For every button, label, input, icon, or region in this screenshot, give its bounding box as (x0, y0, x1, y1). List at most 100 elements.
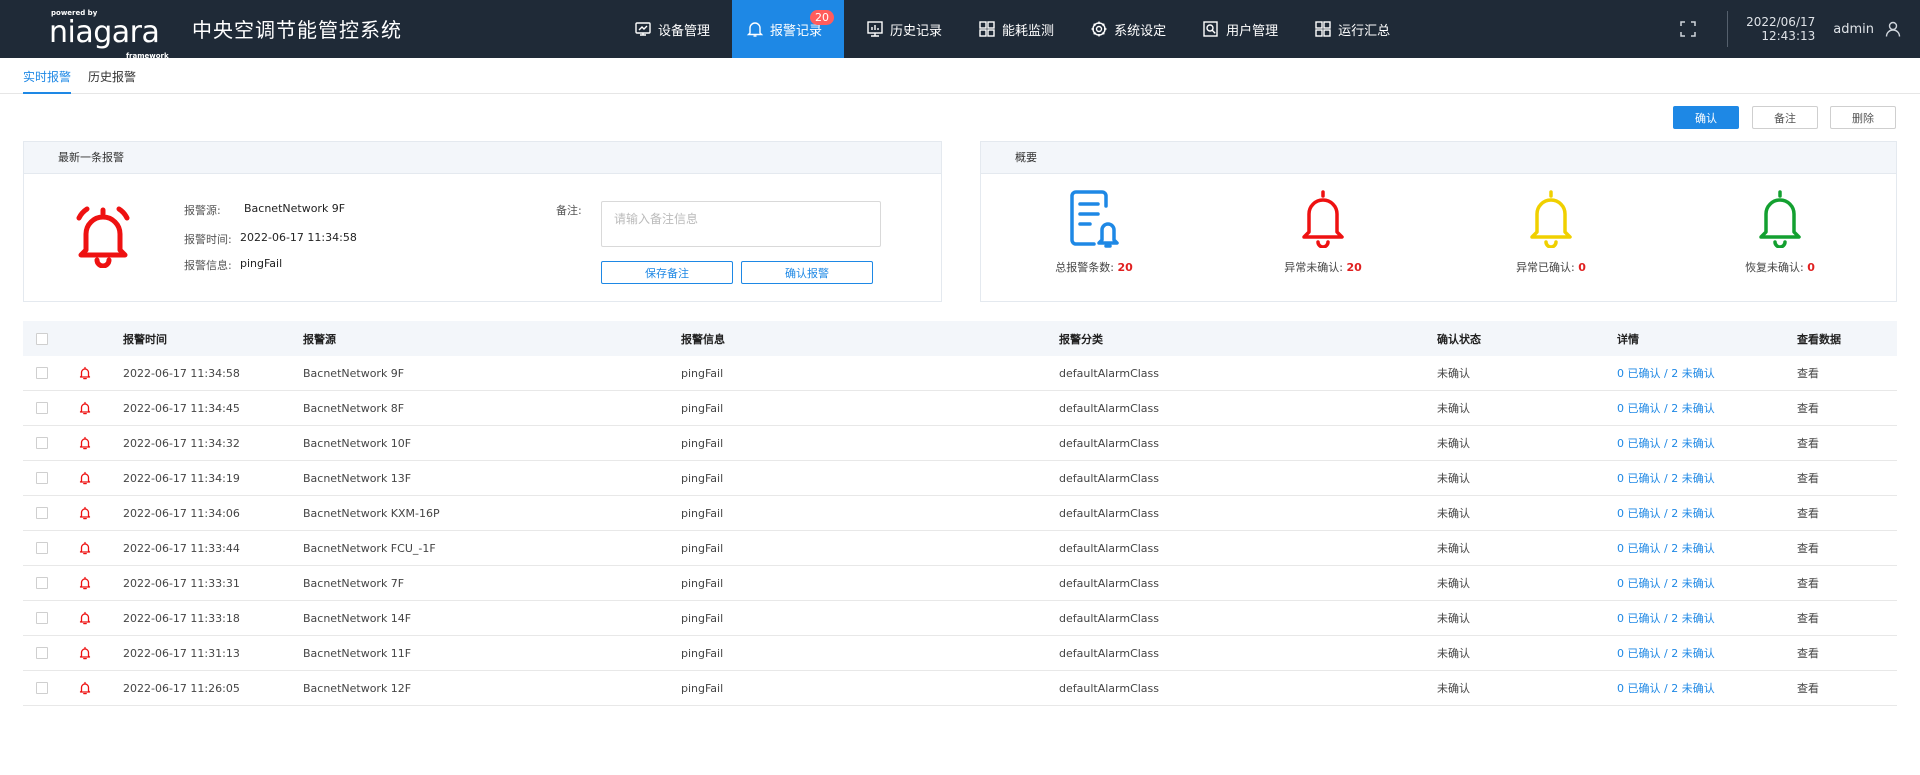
cell-detail-link[interactable]: 0 已确认 / 2 未确认 (1617, 365, 1715, 381)
cell-detail-link[interactable]: 0 已确认 / 2 未确认 (1617, 575, 1715, 591)
cell-time: 2022-06-17 11:34:06 (123, 506, 240, 520)
summary-label: 总报警条数: (1055, 261, 1118, 274)
cell-info: pingFail (681, 471, 724, 485)
cell-detail-link[interactable]: 0 已确认 / 2 未确认 (1617, 435, 1715, 451)
delete-button[interactable]: 删除 (1830, 106, 1896, 129)
cell-info: pingFail (681, 436, 724, 450)
summary-recovered-unconfirmed: 恢复未确认: 0 (1680, 188, 1880, 275)
cell-status: 未确认 (1437, 437, 1470, 450)
summary-label: 异常已确认: (1516, 261, 1579, 274)
cell-status: 未确认 (1437, 682, 1470, 695)
cell-info: pingFail (681, 681, 724, 695)
bell-icon (79, 366, 91, 380)
bell-icon (79, 436, 91, 450)
col-header-info: 报警信息 (681, 332, 725, 346)
table-row: 2022-06-17 11:34:58 BacnetNetwork 9F pin… (23, 356, 1897, 391)
nav-item-history[interactable]: 历史记录 (852, 0, 956, 58)
cell-view-link[interactable]: 查看 (1797, 575, 1819, 591)
row-checkbox[interactable] (36, 507, 48, 519)
cell-source: BacnetNetwork 12F (303, 681, 412, 695)
remark-button[interactable]: 备注 (1752, 106, 1818, 129)
col-header-detail: 详情 (1617, 332, 1639, 346)
logo-name: niagara (49, 15, 160, 50)
row-checkbox[interactable] (36, 577, 48, 589)
confirm-alarm-button[interactable]: 确认报警 (741, 261, 873, 284)
cell-time: 2022-06-17 11:31:13 (123, 646, 240, 660)
latest-alarm-panel: 最新一条报警 报警源: BacnetNetwork 9F 报警时间: 2022-… (23, 141, 942, 302)
nav-item-users[interactable]: 用户管理 (1188, 0, 1292, 58)
cell-source: BacnetNetwork 8F (303, 401, 405, 415)
cell-view-link[interactable]: 查看 (1797, 365, 1819, 381)
row-checkbox[interactable] (36, 472, 48, 484)
nav-item-settings[interactable]: 系统设定 (1076, 0, 1180, 58)
cell-source: BacnetNetwork 7F (303, 576, 405, 590)
cell-detail-link[interactable]: 0 已确认 / 2 未确认 (1617, 645, 1715, 661)
nav-item-devices[interactable]: 设备管理 (620, 0, 724, 58)
row-checkbox[interactable] (36, 367, 48, 379)
alarm-info-value: pingFail (240, 257, 283, 270)
summary-label: 异常未确认: (1284, 261, 1347, 274)
username[interactable]: admin (1833, 22, 1874, 37)
select-all-checkbox[interactable] (36, 332, 48, 345)
col-header-class: 报警分类 (1059, 332, 1103, 346)
cell-status: 未确认 (1437, 612, 1470, 625)
alarm-bell-icon (76, 206, 130, 268)
row-checkbox[interactable] (36, 402, 48, 414)
confirm-button[interactable]: 确认 (1673, 106, 1739, 129)
cell-view-link[interactable]: 查看 (1797, 435, 1819, 451)
cell-view-link[interactable]: 查看 (1797, 400, 1819, 416)
nav-item-summary[interactable]: 运行汇总 (1300, 0, 1404, 58)
cell-view-link[interactable]: 查看 (1797, 680, 1819, 696)
summary-value: 20 (1117, 261, 1133, 274)
nav-item-energy[interactable]: 能耗监测 (964, 0, 1068, 58)
header-right: 2022/06/17 12:43:13 admin (1679, 0, 1920, 58)
bell-icon (79, 611, 91, 625)
cell-detail-link[interactable]: 0 已确认 / 2 未确认 (1617, 470, 1715, 486)
row-checkbox[interactable] (36, 542, 48, 554)
app-title: 中央空调节能管控系统 (192, 18, 402, 42)
table-row: 2022-06-17 11:31:13 BacnetNetwork 11F pi… (23, 636, 1897, 671)
header-divider (1727, 11, 1729, 47)
cell-view-link[interactable]: 查看 (1797, 610, 1819, 626)
cell-time: 2022-06-17 11:34:19 (123, 471, 240, 485)
cell-view-link[interactable]: 查看 (1797, 470, 1819, 486)
cell-detail-link[interactable]: 0 已确认 / 2 未确认 (1617, 505, 1715, 521)
table-row: 2022-06-17 11:33:44 BacnetNetwork FCU_-1… (23, 531, 1897, 566)
row-checkbox[interactable] (36, 612, 48, 624)
cell-source: BacnetNetwork KXM-16P (303, 506, 440, 520)
cell-detail-link[interactable]: 0 已确认 / 2 未确认 (1617, 540, 1715, 556)
cell-detail-link[interactable]: 0 已确认 / 2 未确认 (1617, 610, 1715, 626)
cell-info: pingFail (681, 401, 724, 415)
remark-input[interactable]: 请输入备注信息 (601, 201, 881, 247)
cell-view-link[interactable]: 查看 (1797, 540, 1819, 556)
cell-class: defaultAlarmClass (1059, 436, 1160, 450)
row-checkbox[interactable] (36, 647, 48, 659)
tab-history-alarms[interactable]: 历史报警 (88, 68, 136, 94)
alarm-time-label: 报警时间: (184, 233, 232, 246)
table-row: 2022-06-17 11:33:18 BacnetNetwork 14F pi… (23, 601, 1897, 636)
user-icon[interactable] (1884, 20, 1902, 38)
remark-label: 备注: (556, 204, 582, 217)
panel-title: 最新一条报警 (24, 142, 941, 174)
tab-realtime-alarms[interactable]: 实时报警 (23, 68, 72, 94)
cell-view-link[interactable]: 查看 (1797, 505, 1819, 521)
cell-source: BacnetNetwork 9F (303, 366, 405, 380)
row-checkbox[interactable] (36, 437, 48, 449)
table-row: 2022-06-17 11:34:45 BacnetNetwork 8F pin… (23, 391, 1897, 426)
fullscreen-icon[interactable] (1679, 20, 1697, 38)
cell-time: 2022-06-17 11:33:44 (123, 541, 240, 555)
cell-class: defaultAlarmClass (1059, 506, 1160, 520)
main-nav: 设备管理 报警记录 20 历史记录 能耗监测 系统设定 用户管理 运行汇总 (620, 0, 1412, 58)
cell-detail-link[interactable]: 0 已确认 / 2 未确认 (1617, 680, 1715, 696)
nav-label: 历史记录 (890, 23, 943, 39)
alarm-table: 报警时间 报警源 报警信息 报警分类 确认状态 详情 查看数据 2022-06-… (23, 321, 1897, 706)
bell-icon (1759, 190, 1801, 249)
cell-time: 2022-06-17 11:34:32 (123, 436, 240, 450)
row-checkbox[interactable] (36, 682, 48, 694)
nav-item-alarms[interactable]: 报警记录 20 (732, 0, 845, 58)
save-remark-button[interactable]: 保存备注 (601, 261, 733, 284)
cell-status: 未确认 (1437, 472, 1470, 485)
panel-title: 概要 (981, 142, 1896, 174)
cell-view-link[interactable]: 查看 (1797, 645, 1819, 661)
cell-detail-link[interactable]: 0 已确认 / 2 未确认 (1617, 400, 1715, 416)
